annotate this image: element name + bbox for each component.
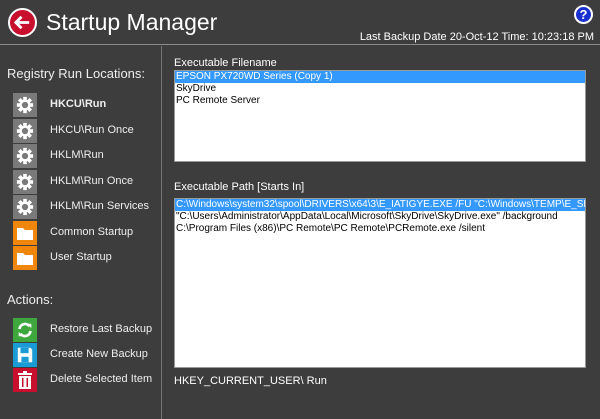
action-label: Create New Backup — [50, 348, 148, 360]
location-label: HKLM\Run Services — [50, 200, 150, 212]
action-create-new-backup[interactable]: Create New Backup — [13, 343, 158, 367]
page-title: Startup Manager — [46, 9, 218, 35]
location-label: User Startup — [50, 251, 112, 263]
action-label: Delete Selected Item — [50, 373, 153, 385]
action-restore-last-backup[interactable]: Restore Last Backup — [13, 318, 158, 342]
location-hklm-run-once[interactable]: HKLM\Run Once — [13, 169, 158, 194]
list-item[interactable]: PC Remote Server — [175, 95, 585, 107]
location-label: HKLM\Run — [50, 149, 104, 161]
list-item[interactable]: C:\Program Files (x86)\PC Remote\PC Remo… — [175, 223, 585, 235]
location-common-startup[interactable]: Common Startup — [13, 220, 158, 245]
filename-label: Executable Filename — [174, 57, 277, 69]
trash-icon — [13, 368, 37, 392]
list-item[interactable]: EPSON PX720WD Series (Copy 1) — [175, 71, 585, 83]
refresh-icon — [13, 318, 37, 342]
registry-key-status: HKEY_CURRENT_USER\ Run — [174, 375, 327, 387]
action-delete-selected-item[interactable]: Delete Selected Item — [13, 368, 158, 392]
save-icon — [13, 343, 37, 367]
action-label: Restore Last Backup — [50, 323, 153, 335]
list-item[interactable]: C:\Windows\system32\spool\DRIVERS\x64\3\… — [175, 199, 585, 211]
list-item[interactable]: SkyDrive — [175, 83, 585, 95]
location-label: HKCU\Run Once — [50, 123, 134, 136]
header: Startup Manager ? Last Backup Date 20-Oc… — [0, 0, 600, 45]
gear-icon — [13, 118, 37, 143]
sidebar: Registry Run Locations: HKCU\Run HKCU\Run… — [0, 46, 162, 419]
gear-icon — [13, 195, 37, 219]
filename-listbox[interactable]: EPSON PX720WD Series (Copy 1) SkyDrive PC … — [174, 70, 586, 162]
location-hklm-run[interactable]: HKLM\Run — [13, 144, 158, 168]
last-backup-info: Last Backup Date 20-Oct-12 Time: 10:23:1… — [359, 31, 594, 43]
location-label: HKLM\Run Once — [50, 174, 134, 187]
arrow-left-icon — [13, 15, 30, 30]
location-label: Common Startup — [50, 225, 134, 238]
gear-icon — [13, 144, 37, 168]
location-hkcu-run-once[interactable]: HKCU\Run Once — [13, 118, 158, 143]
location-label: HKCU\Run — [50, 98, 107, 110]
list-item[interactable]: "C:\Users\Administrator\AppData\Local\Mi… — [175, 211, 585, 223]
help-button[interactable]: ? — [574, 5, 593, 24]
location-user-startup[interactable]: User Startup — [13, 246, 158, 270]
folder-icon — [13, 220, 37, 245]
gear-icon — [13, 93, 37, 117]
back-button[interactable] — [8, 8, 37, 37]
actions-heading: Actions: — [7, 292, 54, 307]
location-hkcu-run[interactable]: HKCU\Run — [13, 93, 158, 117]
path-label: Executable Path [Starts In] — [174, 181, 305, 193]
folder-icon — [13, 246, 37, 270]
gear-icon — [13, 169, 37, 194]
registry-heading: Registry Run Locations: — [7, 66, 146, 81]
location-hklm-run-services[interactable]: HKLM\Run Services — [13, 195, 158, 219]
path-listbox[interactable]: C:\Windows\system32\spool\DRIVERS\x64\3\… — [174, 198, 586, 368]
